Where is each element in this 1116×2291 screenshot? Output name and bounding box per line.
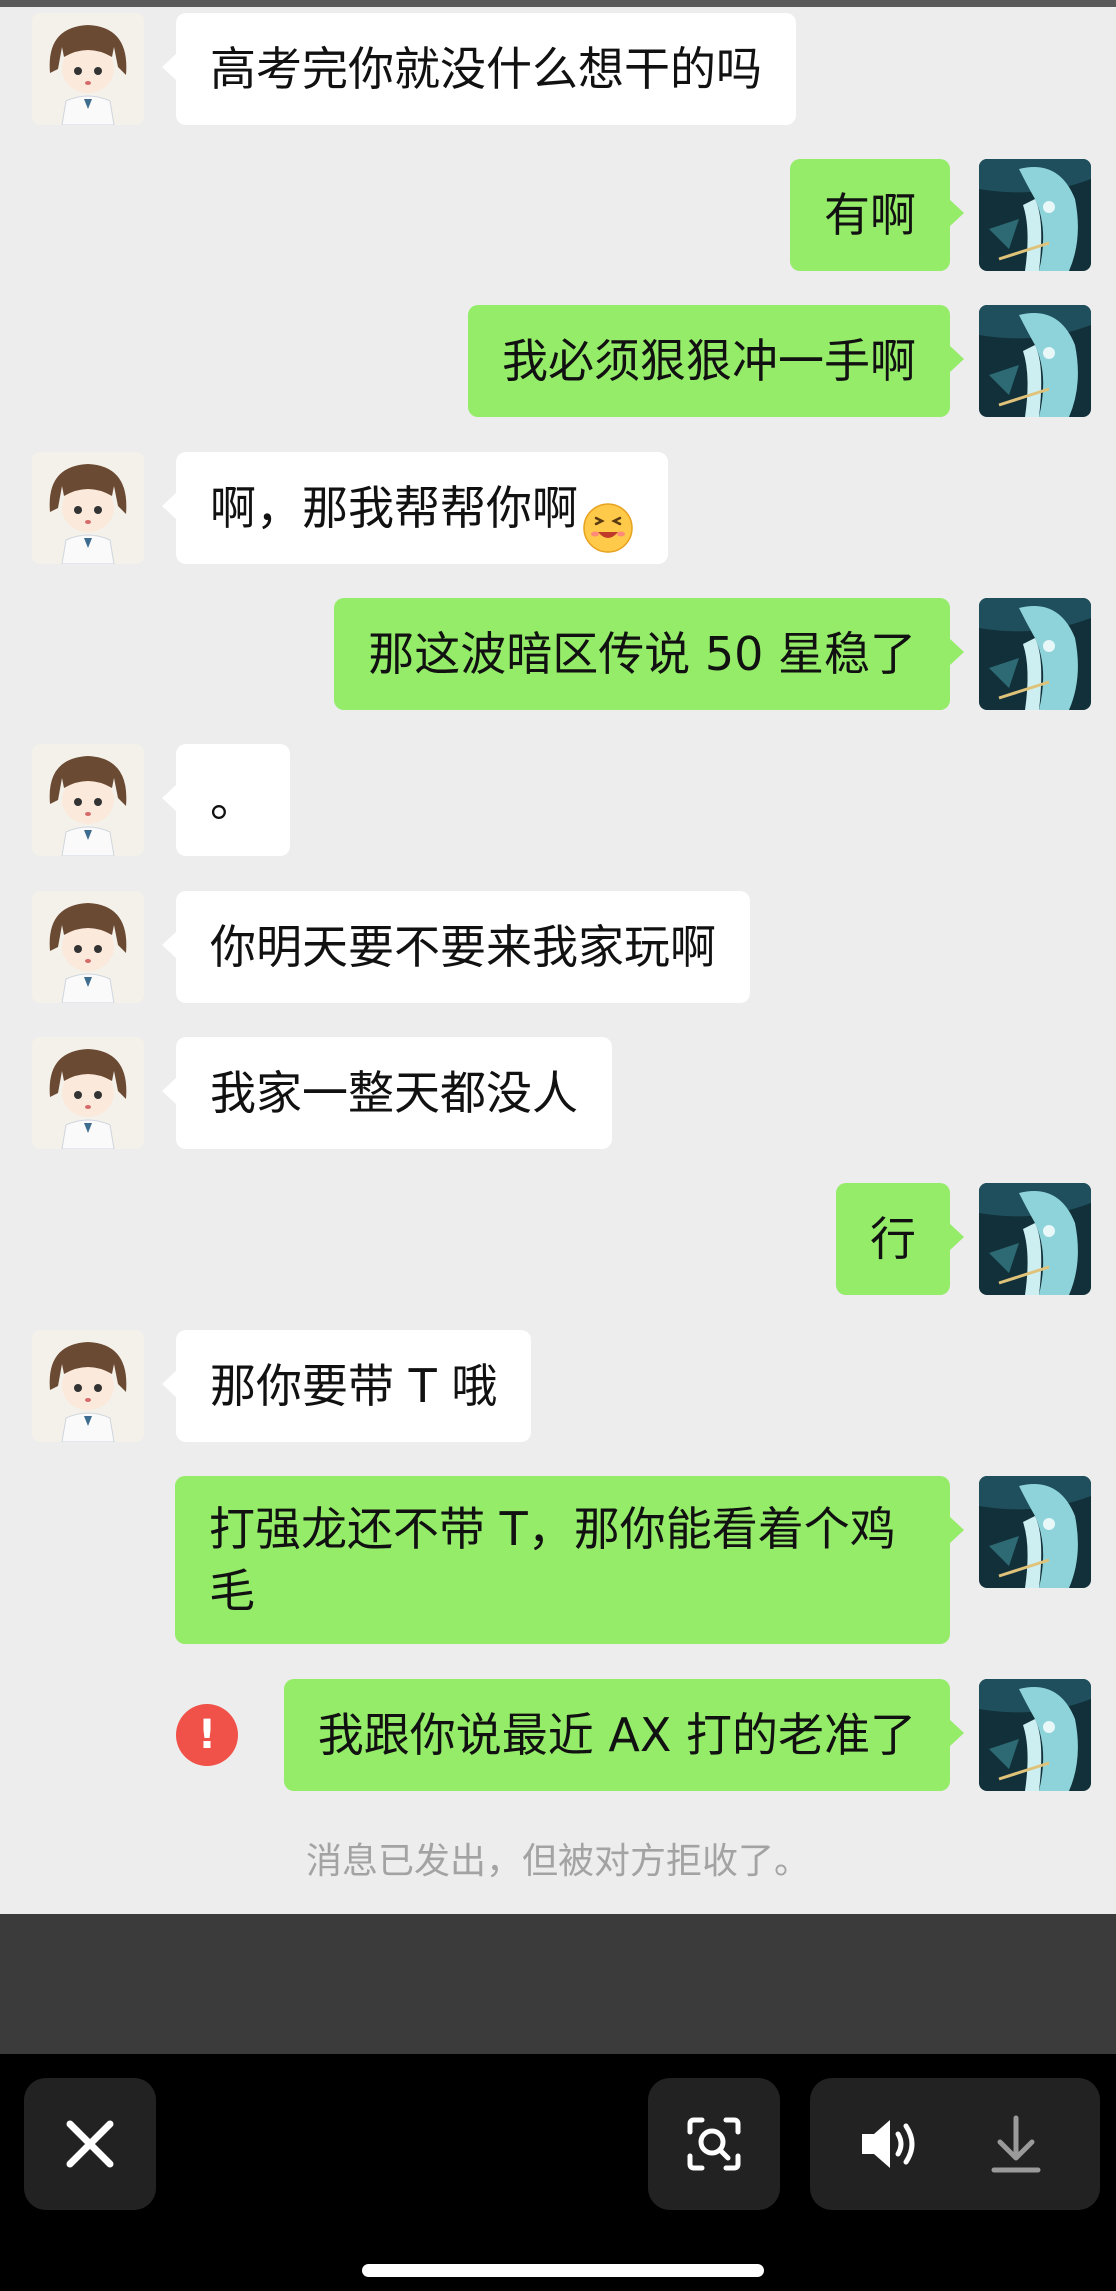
contact-avatar[interactable] bbox=[32, 891, 144, 1003]
message-bubble[interactable]: 高考完你就没什么想干的吗 bbox=[162, 13, 796, 125]
close-icon bbox=[66, 2120, 114, 2168]
message-bubble[interactable]: 我必须狠狠冲一手啊 bbox=[468, 305, 964, 417]
image-search-button[interactable] bbox=[648, 2078, 780, 2210]
message-text: 啊，那我帮帮你啊 bbox=[210, 481, 578, 535]
speaker-icon[interactable] bbox=[824, 2078, 956, 2210]
contact-avatar[interactable] bbox=[32, 1330, 144, 1442]
contact-avatar[interactable] bbox=[32, 1037, 144, 1149]
laughing-face-emoji bbox=[582, 482, 634, 553]
top-edge bbox=[0, 0, 1116, 7]
dimmed-overlay bbox=[0, 1914, 1116, 2054]
rejection-notice: 消息已发出，但被对方拒收了。 bbox=[305, 1841, 810, 1882]
user-avatar[interactable] bbox=[979, 1679, 1091, 1791]
message-bubble[interactable]: 我跟你说最近 AX 打的老准了 bbox=[283, 1679, 965, 1791]
user-avatar[interactable] bbox=[979, 598, 1091, 710]
message-bubble[interactable]: 打强龙还不带 T，那你能看着个鸡毛 bbox=[175, 1476, 964, 1644]
download-icon[interactable] bbox=[950, 2078, 1082, 2210]
message-bubble[interactable]: 有啊 bbox=[790, 159, 964, 271]
audio-download-group bbox=[810, 2078, 1100, 2210]
contact-avatar[interactable] bbox=[32, 13, 144, 125]
home-indicator[interactable] bbox=[362, 2264, 764, 2277]
message-bubble[interactable]: 啊，那我帮帮你啊 bbox=[162, 452, 668, 564]
user-avatar[interactable] bbox=[979, 305, 1091, 417]
exclamation-circle-icon[interactable]: ! bbox=[176, 1704, 238, 1766]
message-bubble[interactable]: 。 bbox=[162, 744, 290, 856]
user-avatar[interactable] bbox=[979, 1476, 1091, 1588]
user-avatar[interactable] bbox=[979, 1183, 1091, 1295]
message-bubble[interactable]: 我家一整天都没人 bbox=[162, 1037, 612, 1149]
contact-avatar[interactable] bbox=[32, 452, 144, 564]
user-avatar[interactable] bbox=[979, 159, 1091, 271]
chat-area: 高考完你就没什么想干的吗 有啊 我必须狠狠冲一手啊 啊，那我帮帮你啊 那这波暗区… bbox=[0, 0, 1116, 1914]
contact-avatar[interactable] bbox=[32, 744, 144, 856]
message-bubble[interactable]: 你明天要不要来我家玩啊 bbox=[162, 891, 750, 1003]
message-bubble[interactable]: 那你要带 T 哦 bbox=[161, 1330, 532, 1442]
message-bubble[interactable]: 行 bbox=[836, 1183, 964, 1295]
close-button[interactable] bbox=[24, 2078, 156, 2210]
message-bubble[interactable]: 那这波暗区传说 50 星稳了 bbox=[334, 598, 964, 710]
scan-search-icon bbox=[687, 2117, 741, 2171]
